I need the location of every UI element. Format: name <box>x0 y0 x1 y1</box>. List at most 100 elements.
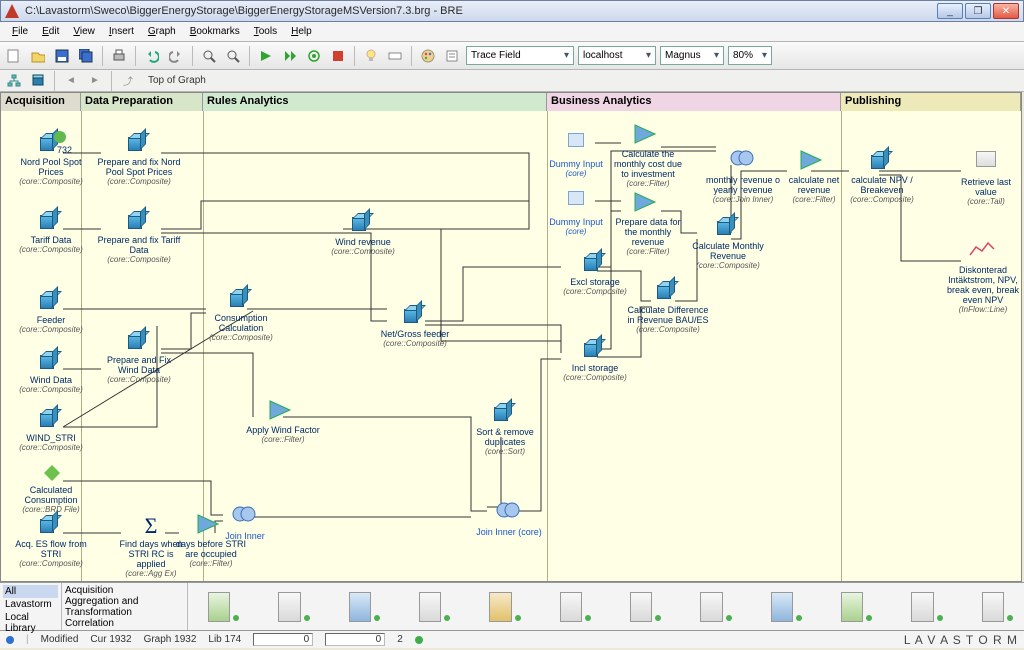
lib-cat-acquisition[interactable]: Acquisition <box>65 585 184 596</box>
tray-item[interactable] <box>841 592 863 622</box>
lane-dataprep: Data Preparation <box>81 93 203 111</box>
node-feeder[interactable]: Feeder(core::Composite) <box>9 289 93 334</box>
nav-back-button[interactable]: ◄ <box>61 71 81 91</box>
node-calccons[interactable]: Calculated Consumption(core::BRD File) <box>9 459 93 514</box>
settings-button[interactable] <box>442 46 462 66</box>
library-scope-list[interactable]: All Lavastorm Local Library <box>0 583 62 630</box>
print-button[interactable] <box>109 46 129 66</box>
window-title: C:\Lavastorm\Sweco\BiggerEnergyStorage\B… <box>25 5 937 17</box>
user-select[interactable]: Magnus <box>660 46 724 65</box>
run-button[interactable] <box>256 46 276 66</box>
node-windstri[interactable]: WIND_STRI(core::Composite) <box>9 407 93 452</box>
lane-publishing: Publishing <box>841 93 1021 111</box>
node-dummy2[interactable]: Dummy Input(core) <box>547 187 605 236</box>
lib-scope-lavastorm[interactable]: Lavastorm <box>3 598 58 611</box>
menu-edit[interactable]: Edit <box>36 24 65 39</box>
node-sortdup[interactable]: Sort & remove duplicates(core::Sort) <box>465 401 545 456</box>
main-toolbar: Trace Field localhost Magnus 80% <box>0 42 1024 70</box>
menu-view[interactable]: View <box>67 24 101 39</box>
node-apply-wf[interactable]: Apply Wind Factor(core::Filter) <box>241 399 325 444</box>
node-dummy1[interactable]: Dummy Input(core) <box>547 129 605 178</box>
library-panel: All Lavastorm Local Library Acquisition … <box>0 582 1024 630</box>
node-npv[interactable]: calculate NPV / Breakeven(core::Composit… <box>843 149 921 204</box>
menu-file[interactable]: File <box>6 24 34 39</box>
new-button[interactable] <box>4 46 24 66</box>
menu-graph[interactable]: Graph <box>142 24 182 39</box>
node-netfeeder[interactable]: Net/Gross feeder(core::Composite) <box>373 303 457 348</box>
nav-fwd-button[interactable]: ► <box>85 71 105 91</box>
lane-rules: Rules Analytics <box>203 93 547 111</box>
node-prep-wind[interactable]: Prepare and Fix Wind Data(core::Composit… <box>97 329 181 384</box>
node-prep-nord[interactable]: Prepare and fix Nord Pool Spot Prices(co… <box>97 131 181 186</box>
lightbulb-button[interactable] <box>361 46 381 66</box>
palette-button[interactable] <box>418 46 438 66</box>
lib-cat-aggregation[interactable]: Aggregation and Transformation <box>65 596 184 618</box>
node-retrieve[interactable]: Retrieve last value(core::Tail) <box>953 149 1019 206</box>
node-mon-rev[interactable]: Calculate Monthly Revenue(core::Composit… <box>689 215 767 270</box>
menu-help[interactable]: Help <box>285 24 318 39</box>
tray-item[interactable] <box>700 592 722 622</box>
tray-item[interactable] <box>911 592 933 622</box>
saveall-button[interactable] <box>76 46 96 66</box>
status-graph: Graph 1932 <box>144 634 197 645</box>
tray-item[interactable] <box>630 592 652 622</box>
stop-button[interactable] <box>328 46 348 66</box>
undo-button[interactable] <box>142 46 162 66</box>
node-acqes[interactable]: Acq. ES flow from STRI(core::Composite) <box>9 513 93 568</box>
library-tray[interactable] <box>188 583 1024 630</box>
open-button[interactable] <box>28 46 48 66</box>
zoomout-button[interactable] <box>223 46 243 66</box>
lib-cat-correlation[interactable]: Correlation <box>65 618 184 629</box>
tray-item[interactable] <box>982 592 1004 622</box>
node-nordpool[interactable]: 732 Nord Pool Spot Prices(core::Composit… <box>9 131 93 186</box>
node-joininner2[interactable]: Join Inner (core) <box>469 501 549 537</box>
debug-button[interactable] <box>304 46 324 66</box>
tray-item[interactable] <box>208 592 230 622</box>
graph-canvas[interactable]: Acquisition Data Preparation Rules Analy… <box>0 92 1022 582</box>
redo-button[interactable] <box>166 46 186 66</box>
node-count: 732 <box>57 145 72 155</box>
app-icon <box>5 4 19 18</box>
node-button[interactable] <box>385 46 405 66</box>
zoomin-button[interactable] <box>199 46 219 66</box>
node-wind-rev[interactable]: Wind revenue(core::Composite) <box>321 211 405 256</box>
tray-item[interactable] <box>349 592 371 622</box>
lib-scope-local[interactable]: Local Library <box>3 611 58 635</box>
node-calc-mcost[interactable]: Calculate the monthly cost due to invest… <box>609 123 687 188</box>
maximize-button[interactable]: ❐ <box>965 3 991 19</box>
node-my-rev[interactable]: monthly revenue o yearly revenue(core::J… <box>705 149 781 204</box>
node-excl[interactable]: Excl storage(core::Composite) <box>557 251 633 296</box>
zoom-select[interactable]: 80% <box>728 46 772 65</box>
node-winddata[interactable]: Wind Data(core::Composite) <box>9 349 93 394</box>
tray-item[interactable] <box>489 592 511 622</box>
tray-item[interactable] <box>278 592 300 622</box>
menu-bookmarks[interactable]: Bookmarks <box>184 24 246 39</box>
node-cons-calc[interactable]: Consumption Calculation(core::Composite) <box>199 287 283 342</box>
node-tariff[interactable]: Tariff Data(core::Composite) <box>9 209 93 254</box>
tray-item[interactable] <box>771 592 793 622</box>
node-incl[interactable]: Incl storage(core::Composite) <box>557 337 633 382</box>
runsel-button[interactable] <box>280 46 300 66</box>
trace-field-select[interactable]: Trace Field <box>466 46 574 65</box>
host-select[interactable]: localhost <box>578 46 656 65</box>
node-prep-tariff[interactable]: Prepare and fix Tariff Data(core::Compos… <box>97 209 181 264</box>
nav-up-button[interactable]: ⤴ <box>118 71 138 91</box>
lib-scope-all[interactable]: All <box>3 585 58 598</box>
node-net-rev[interactable]: calculate net revenue(core::Filter) <box>779 149 849 204</box>
node-joininner1[interactable]: Join Inner <box>215 505 275 541</box>
menu-bar: File Edit View Insert Graph Bookmarks To… <box>0 22 1024 42</box>
library-category-list[interactable]: Acquisition Aggregation and Transformati… <box>62 583 188 630</box>
close-button[interactable]: ✕ <box>993 3 1019 19</box>
status-bar: | Modified Cur 1932 Graph 1932 Lib 174 0… <box>0 630 1024 648</box>
tray-item[interactable] <box>560 592 582 622</box>
hierarchy-icon[interactable] <box>4 71 24 91</box>
node-calc-diff[interactable]: Calculate Difference in Revenue BAU/ES(c… <box>627 279 709 334</box>
menu-insert[interactable]: Insert <box>103 24 140 39</box>
menu-tools[interactable]: Tools <box>248 24 283 39</box>
tray-item[interactable] <box>419 592 441 622</box>
data-icon[interactable] <box>28 71 48 91</box>
node-diskont[interactable]: Diskonterad Intäktstrom, NPV, break even… <box>943 239 1023 314</box>
minimize-button[interactable]: _ <box>937 3 963 19</box>
save-button[interactable] <box>52 46 72 66</box>
node-prep-mrev[interactable]: Prepare data for the monthly revenue(cor… <box>609 191 687 256</box>
